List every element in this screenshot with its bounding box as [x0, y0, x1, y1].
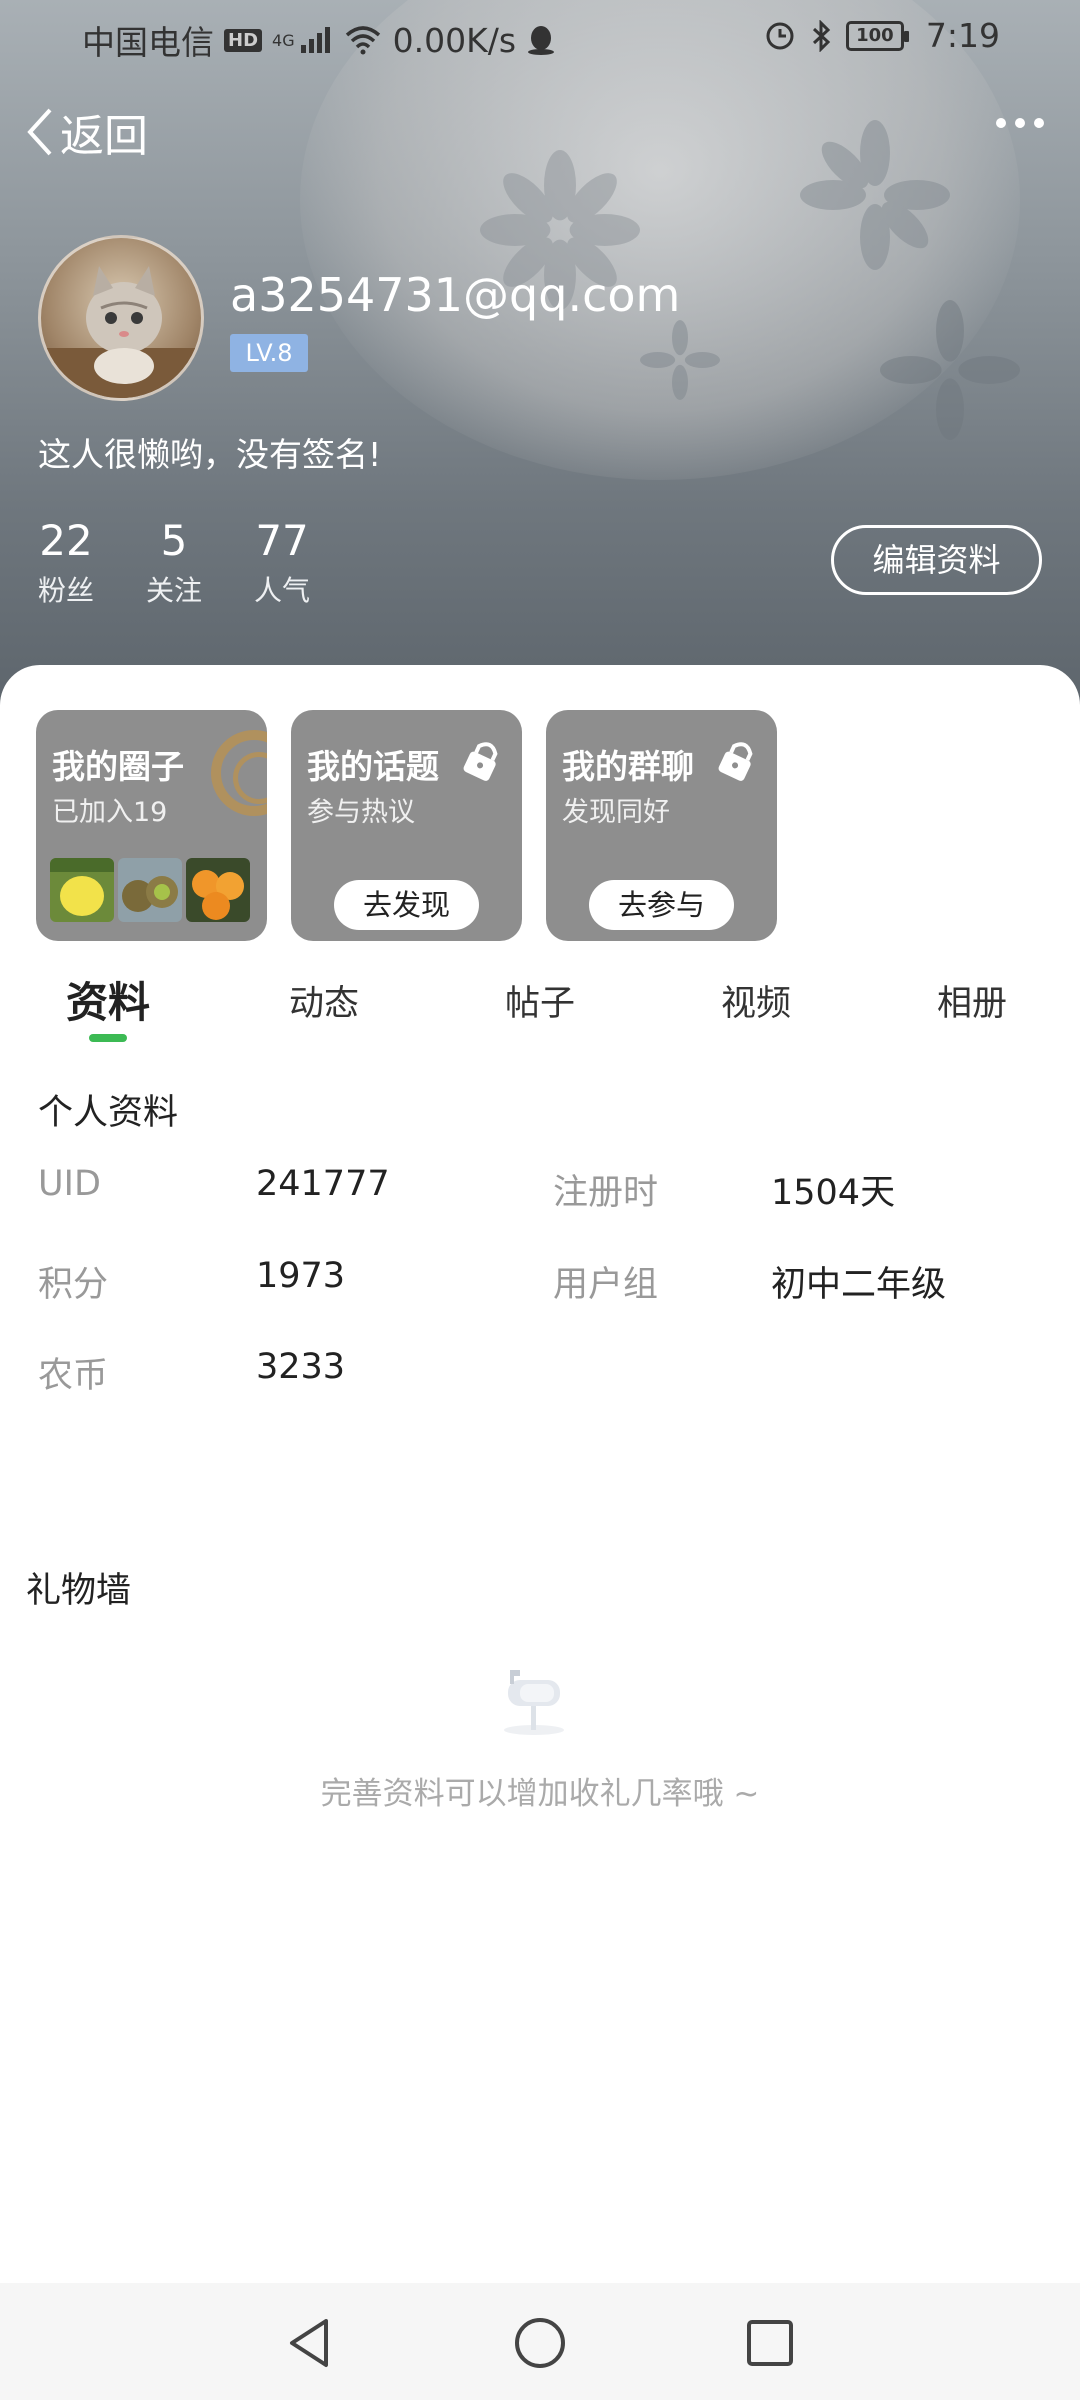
carrier-text: 中国电信 [82, 23, 214, 62]
info-value-coins: 3233 [256, 1347, 346, 1387]
nav-recents-icon[interactable] [740, 2313, 800, 2373]
signature: 这人很懒哟，没有签名! [38, 435, 382, 474]
card-subtitle: 已加入19 [52, 797, 168, 828]
card-my-topics[interactable]: 我的话题 参与热议 去发现 [291, 710, 522, 941]
stats-row: 22 粉丝 5 关注 77 人气 [38, 515, 310, 609]
avatar[interactable] [38, 235, 204, 401]
back-button[interactable]: 返回 [24, 100, 148, 164]
alarm-icon [766, 22, 794, 49]
profile-page: 中国电信 HD 4G 0.00K/s 100 7:19 返回 a3254731@… [0, 0, 1080, 2400]
lock-icon [463, 742, 498, 781]
network-speed: 0.00K/s [392, 20, 517, 60]
thumbnail-kiwi [118, 858, 182, 922]
stat-popularity[interactable]: 77 人气 [254, 515, 310, 609]
level-badge: LV.8 [230, 334, 308, 372]
hd-badge: HD [224, 28, 263, 52]
tab-album[interactable]: 相册 [892, 975, 1052, 1026]
nav-back-icon[interactable] [280, 2313, 340, 2373]
status-bar: 中国电信 HD 4G 0.00K/s 100 7:19 [0, 0, 1080, 72]
battery-icon: 100 [845, 20, 909, 51]
back-arrow-icon [27, 108, 52, 156]
clock: 7:19 [925, 16, 1000, 55]
stat-value: 5 [160, 516, 188, 565]
bluetooth-icon [812, 19, 831, 52]
edit-profile-button[interactable]: 编辑资料 [831, 525, 1042, 595]
card-title: 我的圈子 [52, 747, 184, 786]
stat-label: 人气 [254, 574, 311, 607]
card-subtitle: 参与热议 [307, 797, 415, 828]
back-label: 返回 [60, 111, 148, 162]
username: a3254731@qq.com [230, 268, 681, 322]
status-right: 100 7:19 [764, 16, 1000, 55]
tab-activity[interactable]: 动态 [244, 975, 404, 1026]
tab-posts[interactable]: 帖子 [460, 975, 620, 1026]
stat-label: 关注 [146, 574, 203, 607]
card-title: 我的话题 [307, 747, 439, 786]
nav-home-icon[interactable] [510, 2313, 570, 2373]
info-label-points: 积分 [38, 1265, 109, 1305]
more-icon[interactable] [996, 118, 1044, 128]
mailbox-icon [504, 1670, 564, 1735]
card-subtitle: 发现同好 [562, 797, 670, 828]
tab-info[interactable]: 资料 [28, 969, 188, 1030]
gift-wall-title: 礼物墙 [26, 1571, 132, 1611]
info-value-points: 1973 [256, 1256, 346, 1296]
status-left: 中国电信 HD 4G 0.00K/s [82, 16, 556, 64]
card-my-circles[interactable]: 我的圈子 已加入19 [36, 710, 267, 941]
thumbnail-orange [186, 858, 250, 922]
personal-info-title: 个人资料 [38, 1093, 179, 1133]
card-my-groups[interactable]: 我的群聊 发现同好 去参与 [546, 710, 777, 941]
stat-label: 粉丝 [38, 574, 95, 607]
ring-decoration [211, 730, 267, 816]
stat-followers[interactable]: 22 粉丝 [38, 515, 94, 609]
thumbnail-pomelo [50, 858, 114, 922]
network-label: 4G [272, 30, 295, 50]
info-label-coins: 农币 [38, 1356, 109, 1396]
stat-following[interactable]: 5 关注 [146, 515, 202, 609]
info-value-uid: 241777 [256, 1164, 390, 1204]
stat-value: 77 [255, 516, 309, 565]
gift-empty-text: 完善资料可以增加收礼几率哦 ~ [320, 1776, 760, 1812]
lock-icon [718, 742, 753, 781]
tab-videos[interactable]: 视频 [676, 975, 836, 1026]
join-button[interactable]: 去参与 [589, 880, 734, 930]
discover-button[interactable]: 去发现 [334, 880, 479, 930]
qq-icon [528, 26, 555, 55]
feature-cards: 我的圈子 已加入19 我的话题 参与热议 去发现 我的群聊 发现同好 去参与 [36, 710, 777, 941]
circle-thumbnails [50, 858, 250, 922]
info-label-user-group: 用户组 [553, 1265, 659, 1305]
tab-indicator [89, 1034, 127, 1042]
stat-value: 22 [39, 516, 93, 565]
info-value-user-group: 初中二年级 [771, 1265, 947, 1305]
wifi-icon [345, 26, 380, 55]
profile-tabs: 资料 动态 帖子 视频 相册 [0, 965, 1080, 1045]
info-label-registered: 注册时 [553, 1173, 659, 1213]
signal-icon [300, 27, 330, 53]
system-nav-bar [0, 2283, 1080, 2400]
info-label-uid: UID [38, 1164, 101, 1204]
card-title: 我的群聊 [562, 747, 694, 786]
info-value-registered: 1504天 [771, 1173, 896, 1213]
